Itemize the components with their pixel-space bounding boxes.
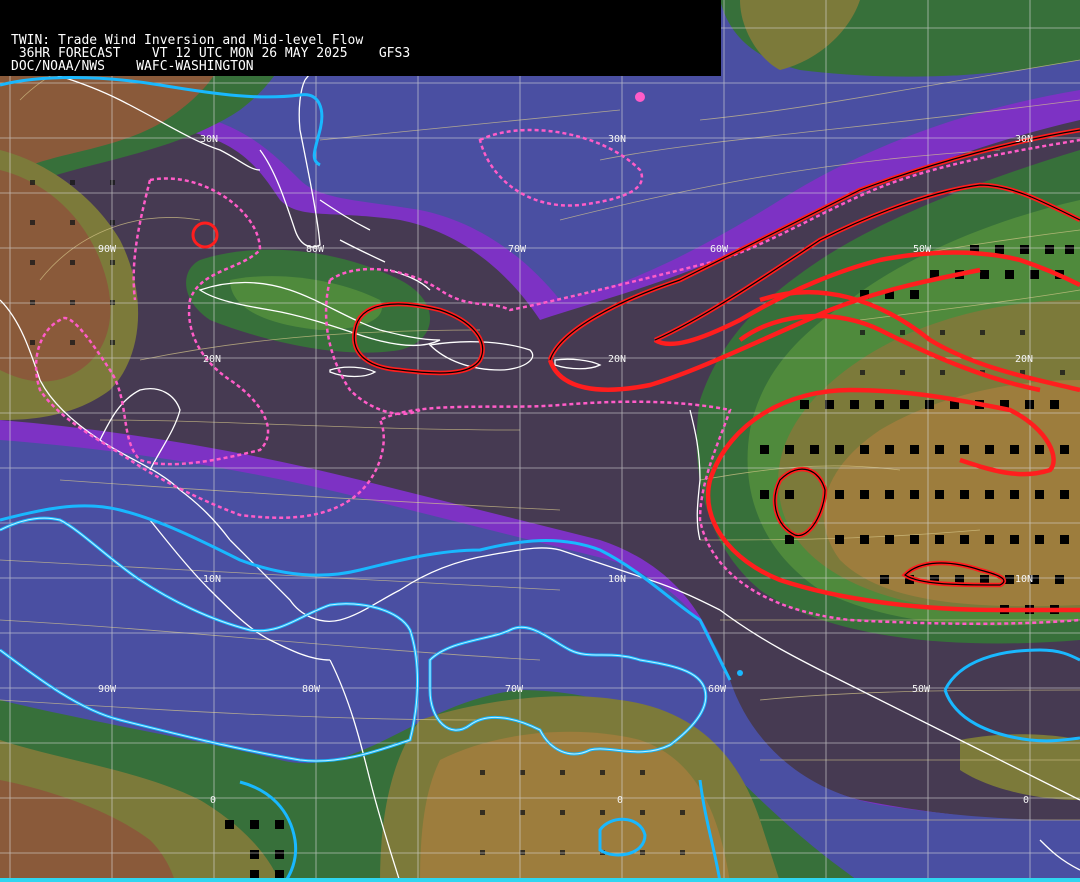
grid-label: 30N bbox=[200, 134, 218, 145]
grid-label: 30N bbox=[608, 134, 626, 145]
grid-label: 10N bbox=[608, 574, 626, 585]
grid-label: 0 bbox=[210, 795, 216, 806]
weather-map: 30N 30N 30N 90W 80W 70W 60W 50W 20N 20N … bbox=[0, 0, 1080, 882]
grid-label: 10N bbox=[203, 574, 221, 585]
grid-label: 80W bbox=[306, 244, 325, 255]
grid-label: 70W bbox=[505, 684, 524, 695]
bottom-border bbox=[0, 878, 1080, 882]
pink-dot bbox=[635, 92, 645, 102]
grid-label: 0 bbox=[1023, 795, 1029, 806]
grid-label: 20N bbox=[203, 354, 221, 365]
grid-label: 20N bbox=[1015, 354, 1033, 365]
grid-label: 90W bbox=[98, 244, 117, 255]
grid-label: 30N bbox=[1015, 134, 1033, 145]
map-header: TWIN: Trade Wind Inversion and Mid-level… bbox=[0, 0, 721, 76]
grid-label: 70W bbox=[508, 244, 527, 255]
grid-label: 80W bbox=[302, 684, 321, 695]
cyan-dot bbox=[737, 670, 743, 676]
grid-label: 90W bbox=[98, 684, 117, 695]
grid-label: 0 bbox=[617, 795, 623, 806]
grid-label: 60W bbox=[708, 684, 727, 695]
agency-line: DOC/NOAA/NWS WAFC-WASHINGTON bbox=[11, 59, 254, 74]
grid-label: 10N bbox=[1015, 574, 1033, 585]
grid-label: 50W bbox=[912, 684, 931, 695]
grid-label: 20N bbox=[608, 354, 626, 365]
grid-label: 60W bbox=[710, 244, 729, 255]
grid-label: 50W bbox=[913, 244, 932, 255]
